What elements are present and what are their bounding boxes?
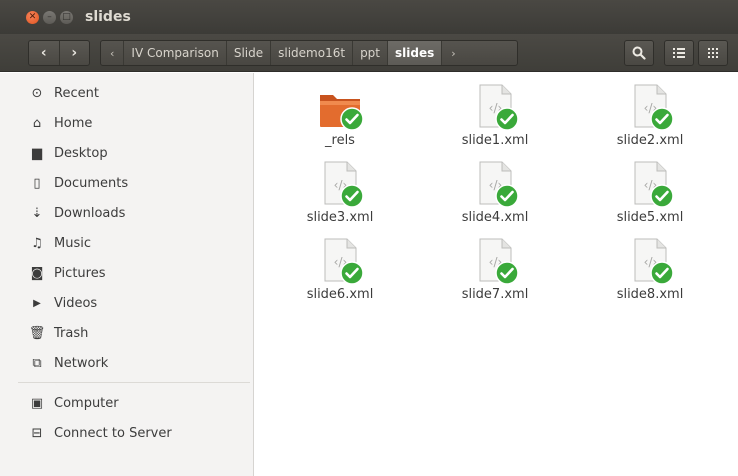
xml-file-icon: ‹/› [627, 160, 674, 208]
xml-file-icon: ‹/› [627, 83, 674, 131]
file-item-slide6[interactable]: ‹/› slide6.xml [285, 237, 395, 309]
xml-file-icon: ‹/› [317, 160, 364, 208]
download-icon: ⇣ [31, 205, 43, 221]
grid-view-button[interactable] [698, 40, 728, 66]
sidebar-item-documents[interactable]: ▯ Documents [0, 168, 252, 198]
sidebar-item-connect-to-server[interactable]: ⊟ Connect to Server [0, 418, 252, 448]
folder-icon [317, 83, 364, 131]
sidebar-item-downloads[interactable]: ⇣ Downloads [0, 198, 252, 228]
file-name: slide4.xml [461, 210, 529, 225]
places-sidebar: ⊙ Recent ⌂ Home ▆ Desktop ▯ Documents ⇣ … [0, 73, 254, 476]
toolbar: ‹ › ‹ IV Comparison Slide slidemo16t ppt… [0, 34, 738, 72]
sync-check-icon [495, 261, 519, 285]
desktop-folder-icon: ▆ [32, 145, 42, 161]
list-view-icon [673, 48, 685, 58]
sync-check-icon [495, 184, 519, 208]
breadcrumb-slidemo16t[interactable]: slidemo16t [271, 41, 354, 65]
sync-check-icon [340, 184, 364, 208]
title-bar: ✕ – □ slides [0, 0, 738, 34]
list-view-button[interactable] [664, 40, 694, 66]
sidebar-item-trash[interactable]: 🗑 Trash [0, 318, 252, 348]
grid-view-icon [708, 48, 718, 58]
sidebar-item-pictures[interactable]: ◙ Pictures [0, 258, 252, 288]
sync-check-icon [495, 107, 519, 131]
sidebar-item-label: Trash [54, 325, 89, 341]
sidebar-item-computer[interactable]: ▣ Computer [0, 388, 252, 418]
sidebar-item-label: Desktop [54, 145, 108, 161]
forward-button[interactable]: › [58, 41, 90, 65]
sidebar-item-label: Documents [54, 175, 129, 191]
file-name: slide2.xml [616, 133, 684, 148]
back-button[interactable]: ‹ [29, 41, 59, 65]
sidebar-item-label: Music [54, 235, 91, 251]
history-nav: ‹ › [28, 40, 90, 66]
breadcrumb-ppt[interactable]: ppt [353, 41, 389, 65]
sync-check-icon [650, 184, 674, 208]
sidebar-item-label: Downloads [54, 205, 126, 221]
breadcrumb-iv-comparison[interactable]: IV Comparison [124, 41, 227, 65]
sidebar-item-music[interactable]: ♫ Music [0, 228, 252, 258]
sidebar-item-network[interactable]: ⧉ Network [0, 348, 252, 378]
sync-check-icon [650, 261, 674, 285]
sync-check-icon [650, 107, 674, 131]
computer-icon: ▣ [30, 395, 44, 411]
window-title: slides [85, 9, 131, 25]
close-window-button[interactable]: ✕ [26, 10, 39, 24]
recent-icon: ⊙ [31, 85, 43, 101]
breadcrumb-slides[interactable]: slides [388, 41, 443, 65]
file-name: slide1.xml [461, 133, 529, 148]
file-name: slide5.xml [616, 210, 684, 225]
sidebar-item-label: Computer [54, 395, 119, 411]
server-icon: ⊟ [31, 425, 43, 441]
search-icon [632, 46, 646, 60]
xml-file-icon: ‹/› [472, 83, 519, 131]
xml-file-icon: ‹/› [627, 237, 674, 285]
path-bar: ‹ IV Comparison Slide slidemo16t ppt sli… [100, 40, 518, 66]
path-scroll-left-button[interactable]: ‹ [101, 41, 125, 65]
camera-icon: ◙ [30, 265, 44, 281]
xml-file-icon: ‹/› [472, 237, 519, 285]
file-item-slide5[interactable]: ‹/› slide5.xml [595, 160, 705, 232]
file-item-rels-folder[interactable]: _rels [285, 83, 395, 155]
xml-file-icon: ‹/› [472, 160, 519, 208]
sidebar-item-home[interactable]: ⌂ Home [0, 108, 252, 138]
file-name: slide8.xml [616, 287, 684, 302]
file-item-slide1[interactable]: ‹/› slide1.xml [440, 83, 550, 155]
file-item-slide8[interactable]: ‹/› slide8.xml [595, 237, 705, 309]
sidebar-item-label: Recent [54, 85, 99, 101]
video-icon: ▶ [33, 297, 41, 309]
file-item-slide3[interactable]: ‹/› slide3.xml [285, 160, 395, 232]
network-icon: ⧉ [32, 355, 42, 371]
sidebar-item-desktop[interactable]: ▆ Desktop [0, 138, 252, 168]
file-name: _rels [325, 133, 355, 148]
file-item-slide4[interactable]: ‹/› slide4.xml [440, 160, 550, 232]
breadcrumb-slide[interactable]: Slide [227, 41, 272, 65]
file-name: slide6.xml [306, 287, 374, 302]
search-button[interactable] [624, 40, 654, 66]
sync-check-icon [340, 107, 364, 131]
document-icon: ▯ [33, 175, 41, 191]
trash-icon: 🗑 [28, 325, 46, 341]
sidebar-divider [18, 382, 250, 383]
sidebar-item-label: Home [54, 115, 93, 131]
file-view: _rels ‹/› slide1.xml ‹/› slide2.xml ‹/› … [255, 73, 738, 476]
sidebar-item-label: Network [54, 355, 109, 371]
file-item-slide7[interactable]: ‹/› slide7.xml [440, 237, 550, 309]
home-icon: ⌂ [32, 115, 42, 131]
music-icon: ♫ [31, 235, 43, 251]
minimize-window-button[interactable]: – [43, 10, 56, 24]
path-scroll-right-button[interactable]: › [442, 41, 464, 65]
sidebar-item-recent[interactable]: ⊙ Recent [0, 78, 252, 108]
file-item-slide2[interactable]: ‹/› slide2.xml [595, 83, 705, 155]
sidebar-item-label: Connect to Server [54, 425, 172, 441]
sidebar-item-label: Pictures [54, 265, 106, 281]
file-name: slide3.xml [306, 210, 374, 225]
sidebar-item-label: Videos [54, 295, 98, 311]
xml-file-icon: ‹/› [317, 237, 364, 285]
maximize-window-button[interactable]: □ [60, 10, 73, 24]
file-name: slide7.xml [461, 287, 529, 302]
sync-check-icon [340, 261, 364, 285]
sidebar-item-videos[interactable]: ▶ Videos [0, 288, 252, 318]
